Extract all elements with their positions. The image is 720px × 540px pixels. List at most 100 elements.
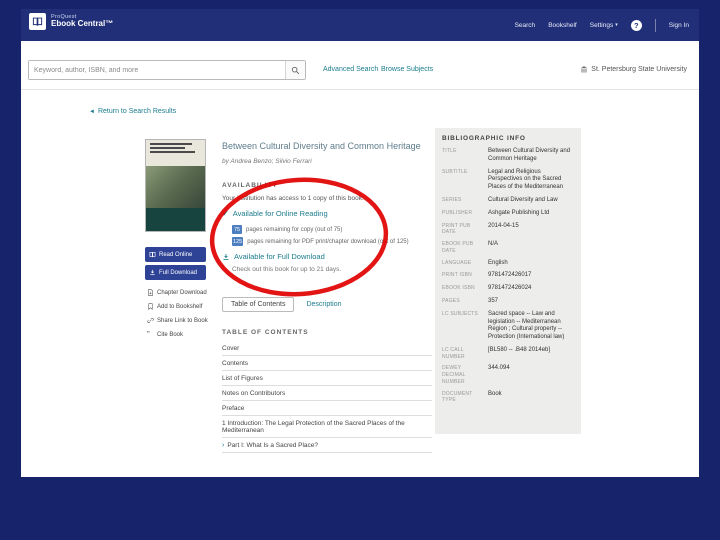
biblio-row-title: Title Between Cultural Diversity and Com… bbox=[442, 148, 574, 164]
download-icon bbox=[150, 269, 155, 276]
biblio-label: Document Type bbox=[442, 390, 473, 404]
bibliographic-info-panel: BIBLIOGRAPHIC INFO Title Between Cultura… bbox=[435, 128, 581, 434]
biblio-label: Subtitle bbox=[442, 168, 468, 175]
biblio-value: 9781472426017 bbox=[488, 272, 532, 279]
biblio-label: Pages bbox=[442, 297, 460, 304]
share-link-to-book-link[interactable]: Share Link to Book bbox=[147, 317, 217, 324]
advanced-search-link[interactable]: Advanced Search bbox=[323, 66, 378, 73]
book-open-icon bbox=[149, 252, 156, 258]
biblio-value: Sacred space -- Law and legislation -- M… bbox=[488, 310, 565, 341]
checkmark-icon: ✓ bbox=[222, 209, 229, 218]
biblio-row-dewey: Dewey Decimal Number 344.094 bbox=[442, 365, 574, 385]
institution-icon bbox=[581, 66, 588, 73]
return-to-results-label: Return to Search Results bbox=[97, 108, 177, 115]
copy-pages-text: pages remaining for copy (out of 75) bbox=[246, 226, 343, 233]
chevron-down-icon: ▾ bbox=[615, 22, 618, 28]
biblio-label: Ebook ISBN bbox=[442, 285, 475, 292]
biblio-row-print-isbn: Print ISBN 9781472426017 bbox=[442, 272, 574, 280]
proquest-logo[interactable]: ProQuest Ebook Central™ bbox=[29, 13, 113, 30]
book-cover-title-area bbox=[146, 140, 205, 166]
biblio-value: 344.094 bbox=[488, 365, 510, 372]
browser-screenshot: ProQuest Ebook Central™ Search Bookshelf… bbox=[21, 9, 699, 477]
copy-pages-badge: 75 bbox=[232, 225, 242, 234]
full-download-availability-label: Available for Full Download bbox=[234, 252, 325, 261]
nav-settings[interactable]: Settings ▾ bbox=[590, 22, 618, 29]
full-download-label: Full Download bbox=[159, 269, 198, 276]
biblio-row-ebook-pub-date: Ebook Pub Date N/A bbox=[442, 241, 574, 255]
biblio-value: 9781472426024 bbox=[488, 285, 532, 292]
nav-bookshelf[interactable]: Bookshelf bbox=[548, 22, 577, 29]
add-to-bookshelf-label: Add to Bookshelf bbox=[157, 303, 203, 310]
biblio-row-pages: Pages 357 bbox=[442, 298, 574, 306]
biblio-value: Cultural Diversity and Law bbox=[488, 196, 558, 203]
biblio-value: N/A bbox=[488, 241, 499, 248]
institution-label: St. Petersburg State University bbox=[580, 65, 687, 73]
biblio-label: Dewey Decimal Number bbox=[442, 365, 466, 385]
book-cover-footer bbox=[146, 208, 205, 231]
search-button[interactable] bbox=[285, 61, 305, 79]
toc-item[interactable]: Cover bbox=[222, 341, 432, 356]
nav-divider bbox=[654, 18, 656, 32]
biblio-value: Legal and Religious Perspectives on the … bbox=[488, 168, 564, 191]
share-link-label: Share Link to Book bbox=[157, 317, 208, 324]
book-byline: by Andrea Benzo; Silvio Ferrari bbox=[222, 158, 312, 165]
nav-bookshelf-label: Bookshelf bbox=[548, 21, 577, 29]
search-input[interactable] bbox=[29, 61, 285, 79]
quote-icon: ” bbox=[147, 330, 150, 339]
biblio-label: Title bbox=[442, 148, 457, 154]
add-to-bookshelf-link[interactable]: Add to Bookshelf bbox=[147, 303, 217, 310]
browse-subjects-link[interactable]: Browse Subjects bbox=[381, 66, 433, 73]
search-icon bbox=[291, 66, 300, 74]
help-icon[interactable]: ? bbox=[630, 19, 642, 31]
biblio-row-print-pub-date: Print Pub Date 2014-04-15 bbox=[442, 223, 574, 237]
toc-item[interactable]: Contents bbox=[222, 356, 432, 371]
proquest-logo-icon bbox=[29, 13, 46, 30]
nav-sign-in-label: Sign In bbox=[668, 21, 689, 29]
copy-allowance-row: 75 pages remaining for copy (out of 75) bbox=[232, 225, 342, 234]
toc-item[interactable]: 1 Introduction: The Legal Protection of … bbox=[222, 416, 432, 438]
checkout-note: Check out this book for up to 21 days. bbox=[232, 266, 342, 273]
toc-item-part[interactable]: › Part I: What Is a Sacred Place? bbox=[222, 438, 432, 453]
print-pages-badge: 125 bbox=[232, 237, 244, 246]
biblio-value: 357 bbox=[488, 297, 499, 304]
link-icon bbox=[147, 318, 154, 323]
nav-search[interactable]: Search bbox=[515, 22, 536, 29]
print-pages-text: pages remaining for PDF print/chapter do… bbox=[247, 238, 409, 245]
toc-item[interactable]: Notes on Contributors bbox=[222, 386, 432, 401]
bibliographic-info-heading: BIBLIOGRAPHIC INFO bbox=[442, 135, 526, 142]
biblio-value: Book bbox=[488, 390, 502, 397]
return-to-results-link[interactable]: ◄ Return to Search Results bbox=[89, 108, 176, 115]
full-download-button[interactable]: Full Download bbox=[145, 265, 206, 280]
tab-table-of-contents[interactable]: Table of Contents bbox=[222, 297, 295, 312]
toc-item[interactable]: List of Figures bbox=[222, 371, 432, 386]
biblio-label: LC Subjects bbox=[442, 310, 479, 317]
biblio-label: Publisher bbox=[442, 209, 473, 216]
biblio-label: Series bbox=[442, 196, 462, 203]
search-field bbox=[28, 60, 306, 80]
biblio-value: 2014-04-15 bbox=[488, 222, 519, 229]
nav-sign-in[interactable]: Sign In bbox=[669, 22, 689, 29]
toc-item[interactable]: Preface bbox=[222, 401, 432, 416]
biblio-row-subtitle: Subtitle Legal and Religious Perspective… bbox=[442, 169, 574, 192]
biblio-row-publisher: Publisher Ashgate Publishing Ltd bbox=[442, 210, 574, 218]
chapter-download-link[interactable]: Chapter Download bbox=[147, 289, 217, 296]
read-online-label: Read Online bbox=[159, 251, 193, 258]
download-arrow-icon bbox=[222, 253, 230, 261]
toc-heading: TABLE OF CONTENTS bbox=[222, 329, 309, 336]
institution-name: St. Petersburg State University bbox=[591, 65, 687, 73]
brand-text: ProQuest Ebook Central™ bbox=[51, 14, 113, 29]
nav-search-label: Search bbox=[514, 21, 536, 29]
online-reading-availability: ✓ Available for Online Reading bbox=[222, 209, 328, 218]
biblio-row-document-type: Document Type Book bbox=[442, 391, 574, 405]
read-online-button[interactable]: Read Online bbox=[145, 247, 206, 262]
book-cover bbox=[145, 139, 206, 232]
biblio-value: Ashgate Publishing Ltd bbox=[488, 209, 550, 216]
print-allowance-row: 125 pages remaining for PDF print/chapte… bbox=[232, 237, 409, 246]
cite-book-link[interactable]: ” Cite Book bbox=[147, 330, 217, 339]
biblio-row-series: Series Cultural Diversity and Law bbox=[442, 197, 574, 205]
tab-description[interactable]: Description bbox=[306, 301, 341, 308]
online-reading-label: Available for Online Reading bbox=[232, 209, 328, 218]
biblio-value: English bbox=[488, 259, 508, 266]
biblio-value: Between Cultural Diversity and Common He… bbox=[488, 148, 571, 162]
biblio-row-ebook-isbn: Ebook ISBN 9781472426024 bbox=[442, 285, 574, 293]
